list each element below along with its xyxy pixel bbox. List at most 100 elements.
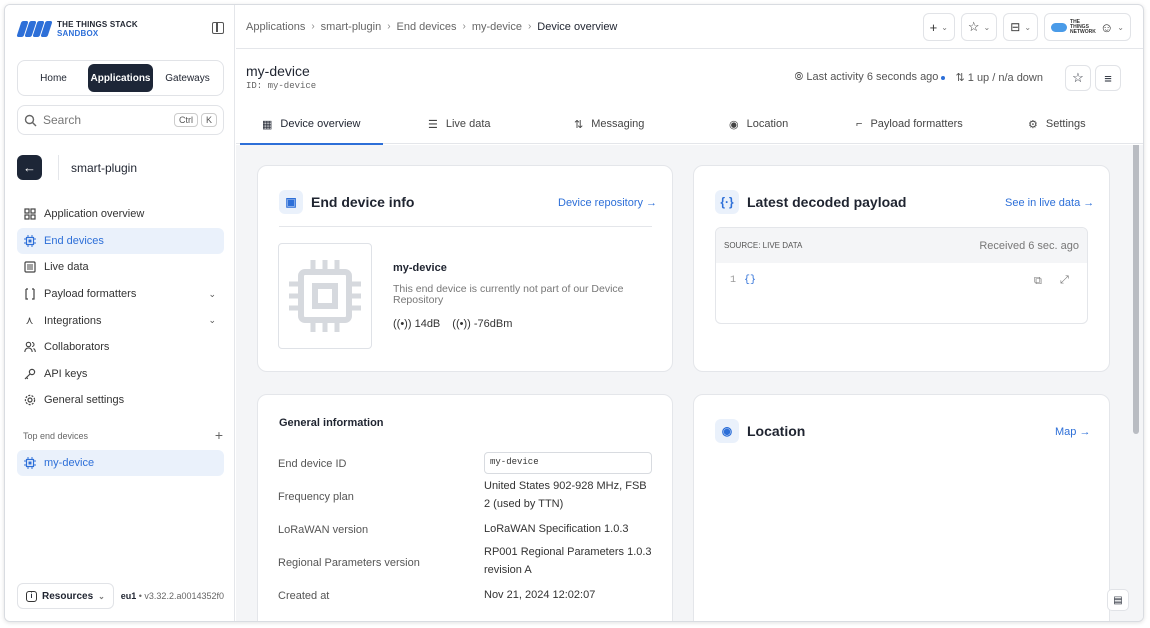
menu-button[interactable]: ≡ <box>1095 65 1121 91</box>
notifications-button[interactable]: ⊟ ⌄ <box>1003 13 1039 41</box>
device-repository-link[interactable]: Device repository → <box>558 197 657 209</box>
tab-live-data[interactable]: ☰ Live data <box>428 104 491 144</box>
general-information-title: General information <box>279 417 384 429</box>
app-switcher: Home Applications Gateways <box>17 60 224 96</box>
switcher-home[interactable]: Home <box>21 64 86 92</box>
payload-source: SOURCE: LIVE DATA <box>724 241 803 250</box>
chevron-down-icon[interactable]: ⌄ <box>208 315 216 326</box>
scrollbar[interactable] <box>1133 145 1139 434</box>
end-device-id-field[interactable]: my-device <box>484 452 652 474</box>
tab-messaging[interactable]: ⇅ Messaging <box>574 104 644 144</box>
brand-logo[interactable]: THE THINGS STACK SANDBOX <box>16 19 138 39</box>
nav-api-keys[interactable]: API keys <box>17 361 224 388</box>
tab-label: Device overview <box>280 118 361 130</box>
snr-status: ((•)) 14dB <box>393 318 440 330</box>
search-icon <box>24 114 37 126</box>
map-link[interactable]: Map → <box>1055 426 1090 438</box>
card-title-text: Latest decoded payload <box>747 194 907 210</box>
favorite-button[interactable]: ☆ <box>1065 65 1091 91</box>
device-header: my-device ID: my-device ⦾ Last activity … <box>236 49 1143 104</box>
tab-label: Live data <box>445 118 491 130</box>
nav-label: Application overview <box>44 208 145 221</box>
top-device-label: my-device <box>44 457 95 469</box>
location-pin-icon: ◉ <box>729 118 739 131</box>
payload-body: {} <box>744 275 757 286</box>
breadcrumb: Applications › smart-plugin › End devices ›… <box>246 21 617 33</box>
nav-live-data[interactable]: Live data <box>17 254 224 281</box>
braces-icon: {·} <box>715 190 739 214</box>
cloud-icon <box>1051 22 1068 32</box>
tab-payload-formatters[interactable]: ⌐ Payload formatters <box>856 104 963 144</box>
nav-payload-formatters[interactable]: Payload formatters ⌄ <box>17 281 224 308</box>
activity-status: ⦾ Last activity 6 seconds ago <box>794 71 946 84</box>
app-window: THE THINGS STACK SANDBOX Home Applicatio… <box>4 4 1144 622</box>
chat-icon: ▤ <box>1113 594 1123 606</box>
grid-icon <box>23 208 36 221</box>
nav-application-overview[interactable]: Application overview <box>17 201 224 228</box>
plus-icon: + <box>929 19 938 35</box>
signal-icon: ((•)) <box>452 318 471 330</box>
top-bar: Applications › smart-plugin › End devices ›… <box>236 5 1143 49</box>
nav-label: Live data <box>44 261 89 274</box>
device-image <box>278 243 372 349</box>
feedback-button[interactable]: ▤ <box>1107 589 1129 611</box>
tab-label: Location <box>746 118 789 130</box>
search-input[interactable]: Search Ctrl K <box>17 105 224 135</box>
tab-location[interactable]: ◉ Location <box>729 104 788 144</box>
chevron-down-icon: ⌄ <box>98 591 105 601</box>
info-label: Regional Parameters version <box>278 557 420 569</box>
tab-device-overview[interactable]: ▦ Device overview <box>240 104 382 145</box>
arrow-left-icon: ← <box>23 160 36 175</box>
version-info: eu1 • v3.32.2.a0014352f0 <box>120 591 224 601</box>
key-icon <box>23 367 36 380</box>
copy-icon[interactable]: ⧉ <box>1034 275 1042 288</box>
breadcrumb-applications[interactable]: Applications <box>246 21 305 33</box>
sidebar: THE THINGS STACK SANDBOX Home Applicatio… <box>5 5 235 621</box>
main-content: ▣ End device info Device repository → my… <box>236 145 1143 621</box>
switcher-gateways[interactable]: Gateways <box>155 64 220 92</box>
switcher-applications[interactable]: Applications <box>88 64 153 92</box>
card-title: {·} Latest decoded payload <box>715 190 906 214</box>
gear-icon: ⚙ <box>1028 118 1038 131</box>
chip-placeholder-icon <box>289 260 361 332</box>
info-value: RP001 Regional Parameters 1.0.3 revision… <box>484 546 652 576</box>
breadcrumb-device[interactable]: my-device <box>472 21 522 33</box>
back-button[interactable]: ← <box>17 155 42 180</box>
end-device-info-card: ▣ End device info Device repository → my… <box>257 165 673 372</box>
add-button[interactable]: + ⌄ <box>922 13 955 41</box>
general-information-card: General information End device ID my-dev… <box>257 394 673 621</box>
sidebar-collapse-icon[interactable] <box>212 22 224 34</box>
info-icon: i <box>26 590 37 602</box>
up-down-icon: ⇅ <box>574 118 584 131</box>
nav-collaborators[interactable]: Collaborators <box>17 334 224 361</box>
logo-line2: SANDBOX <box>57 29 99 38</box>
resources-button[interactable]: i Resources ⌄ <box>17 583 114 609</box>
nav-label: General settings <box>44 394 125 407</box>
card-title: ▣ End device info <box>279 190 414 214</box>
breadcrumb-application[interactable]: smart-plugin <box>321 21 382 33</box>
tab-settings[interactable]: ⚙ Settings <box>1028 104 1086 144</box>
top-device-item[interactable]: my-device <box>17 450 224 476</box>
last-activity: Last activity 6 seconds ago <box>806 71 939 83</box>
profile-button[interactable]: THE THINGS NETWORK ☺ ⌄ <box>1044 13 1131 41</box>
bookmarks-button[interactable]: ☆ ⌄ <box>960 13 998 41</box>
star-icon: ☆ <box>967 19 980 34</box>
chevron-down-icon[interactable]: ⌄ <box>208 289 216 300</box>
nav-label: API keys <box>44 367 88 380</box>
breadcrumb-end-devices[interactable]: End devices <box>397 21 457 33</box>
info-row-created-at: Created at Nov 21, 2024 12:02:07 <box>278 589 658 602</box>
top-end-devices-label: Top end devices <box>23 431 89 441</box>
nav-end-devices[interactable]: End devices <box>17 227 224 255</box>
info-row-end-device-id: End device ID my-device <box>278 452 658 474</box>
chevron-right-icon: › <box>387 21 391 32</box>
info-label: End device ID <box>278 458 347 470</box>
user-icon: ☺ <box>1100 19 1114 35</box>
expand-icon[interactable]: ⤢ <box>1060 274 1069 287</box>
info-label: Frequency plan <box>278 491 354 503</box>
see-live-data-link[interactable]: See in live data → <box>1005 197 1094 209</box>
nav-general-settings[interactable]: General settings <box>17 387 224 414</box>
nav-integrations[interactable]: ⋏ Integrations ⌄ <box>17 307 224 334</box>
traffic-status: ⇅ 1 up / n/a down <box>955 71 1043 84</box>
rssi-status: ((•)) -76dBm <box>452 318 512 330</box>
plus-icon[interactable]: + <box>215 428 223 442</box>
